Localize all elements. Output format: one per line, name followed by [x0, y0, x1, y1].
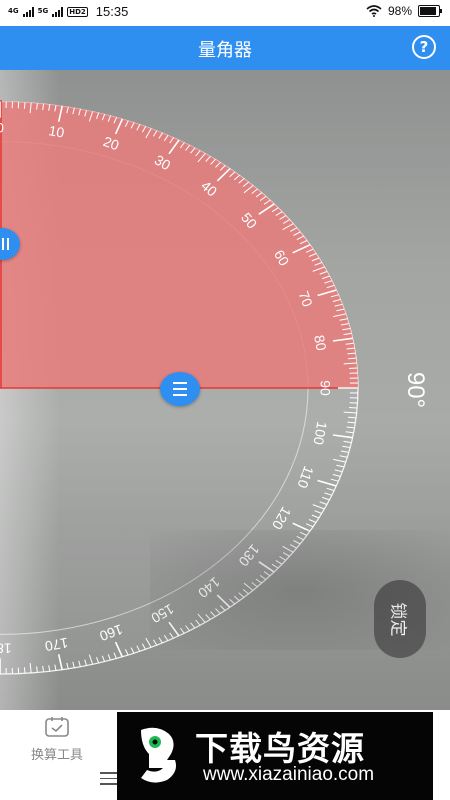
- watermark-banner: 下载鸟资源 www.xiazainiao.com: [117, 712, 433, 800]
- angle-sector: [0, 101, 358, 388]
- protractor-tick-label: 140: [195, 574, 223, 601]
- protractor-tick: [299, 531, 308, 536]
- protractor-tick: [210, 611, 216, 618]
- protractor-tick: [158, 637, 163, 644]
- camera-view: 0102030405060708090100110120130140150160…: [0, 70, 450, 710]
- battery-icon: [418, 5, 442, 17]
- signal-icon: [22, 6, 34, 17]
- protractor-tick: [185, 625, 191, 632]
- protractor-tick: [251, 582, 258, 588]
- protractor-tick: [271, 563, 279, 569]
- tab-conversion-tools-label: 换算工具: [30, 748, 83, 763]
- protractor-tick: [23, 667, 26, 674]
- protractor-tick-label: 0: [0, 120, 4, 136]
- menu-icon: [173, 382, 187, 396]
- protractor-tick-label: 180: [0, 640, 12, 656]
- protractor-tick: [258, 561, 275, 573]
- angle-readout: 90°: [402, 371, 429, 409]
- protractor-tick: [349, 407, 358, 409]
- clock: 15:35: [95, 4, 129, 19]
- protractor-tick: [168, 621, 180, 637]
- protractor-tick: [238, 592, 245, 598]
- bird-logo: [141, 727, 176, 783]
- protractor-tick: [279, 556, 287, 561]
- banner-url: www.xiazainiao.com: [203, 764, 375, 785]
- protractor-tick: [219, 605, 226, 611]
- protractor-tick-label: 130: [235, 541, 262, 569]
- protractor-tick: [242, 589, 250, 595]
- protractor-tick: [195, 619, 201, 626]
- calendar-check-icon: [45, 717, 69, 737]
- protractor-tick: [255, 578, 263, 584]
- protractor-tick: [169, 632, 175, 639]
- status-bar: 4G 5G HD2 15:35 98%: [0, 0, 450, 26]
- protractor-tick: [296, 535, 304, 541]
- protractor-tick: [216, 594, 231, 608]
- protractor-tick: [349, 367, 358, 369]
- protractor-tick: [259, 574, 267, 581]
- protractor-tick: [233, 595, 240, 602]
- protractor-tick: [263, 571, 271, 577]
- protractor-tick: [190, 622, 196, 629]
- center-handle[interactable]: [160, 372, 200, 406]
- protractor-tick: [197, 613, 206, 623]
- lock-button-label: 锁定: [387, 602, 408, 636]
- wifi-icon: [366, 5, 382, 17]
- protractor-tick: [275, 559, 283, 565]
- app-header: 量角器 ?: [0, 26, 450, 70]
- signal-icon-2: [52, 6, 64, 17]
- banner-title: 下载鸟资源: [195, 729, 365, 768]
- lock-button[interactable]: 锁定: [374, 580, 426, 658]
- protractor[interactable]: 0102030405060708090100110120130140150160…: [0, 70, 450, 710]
- protractor-tick-label: 150: [148, 601, 176, 627]
- protractor-tick: [205, 614, 211, 621]
- protractor-tick: [243, 582, 254, 591]
- protractor-tick: [152, 639, 158, 646]
- protractor-tick: [23, 102, 26, 109]
- protractor-tick: [348, 357, 357, 360]
- protractor-tick-label: 80: [311, 334, 329, 352]
- protractor-tick: [163, 634, 169, 642]
- protractor-tick: [215, 608, 221, 615]
- protractor-tick-label: 10: [47, 122, 65, 140]
- page-title: 量角器: [198, 40, 252, 61]
- protractor-tick: [289, 544, 298, 549]
- protractor-tick: [282, 545, 294, 553]
- battery-percent: 98%: [387, 4, 412, 18]
- protractor-tick: [293, 540, 301, 545]
- help-button[interactable]: ?: [412, 35, 436, 59]
- protractor-tick: [229, 598, 236, 605]
- menu-icon-bottom[interactable]: [100, 772, 118, 789]
- protractor-tick-label: 90: [317, 380, 333, 396]
- protractor-tick: [348, 416, 357, 419]
- protractor-tick: [282, 552, 290, 557]
- network-type-1: 4G: [8, 7, 19, 15]
- protractor-tick: [179, 627, 185, 634]
- hd-badge: HD2: [67, 6, 88, 17]
- tab-conversion-tools[interactable]: 换算工具: [22, 716, 92, 763]
- network-type-2: 5G: [37, 7, 49, 15]
